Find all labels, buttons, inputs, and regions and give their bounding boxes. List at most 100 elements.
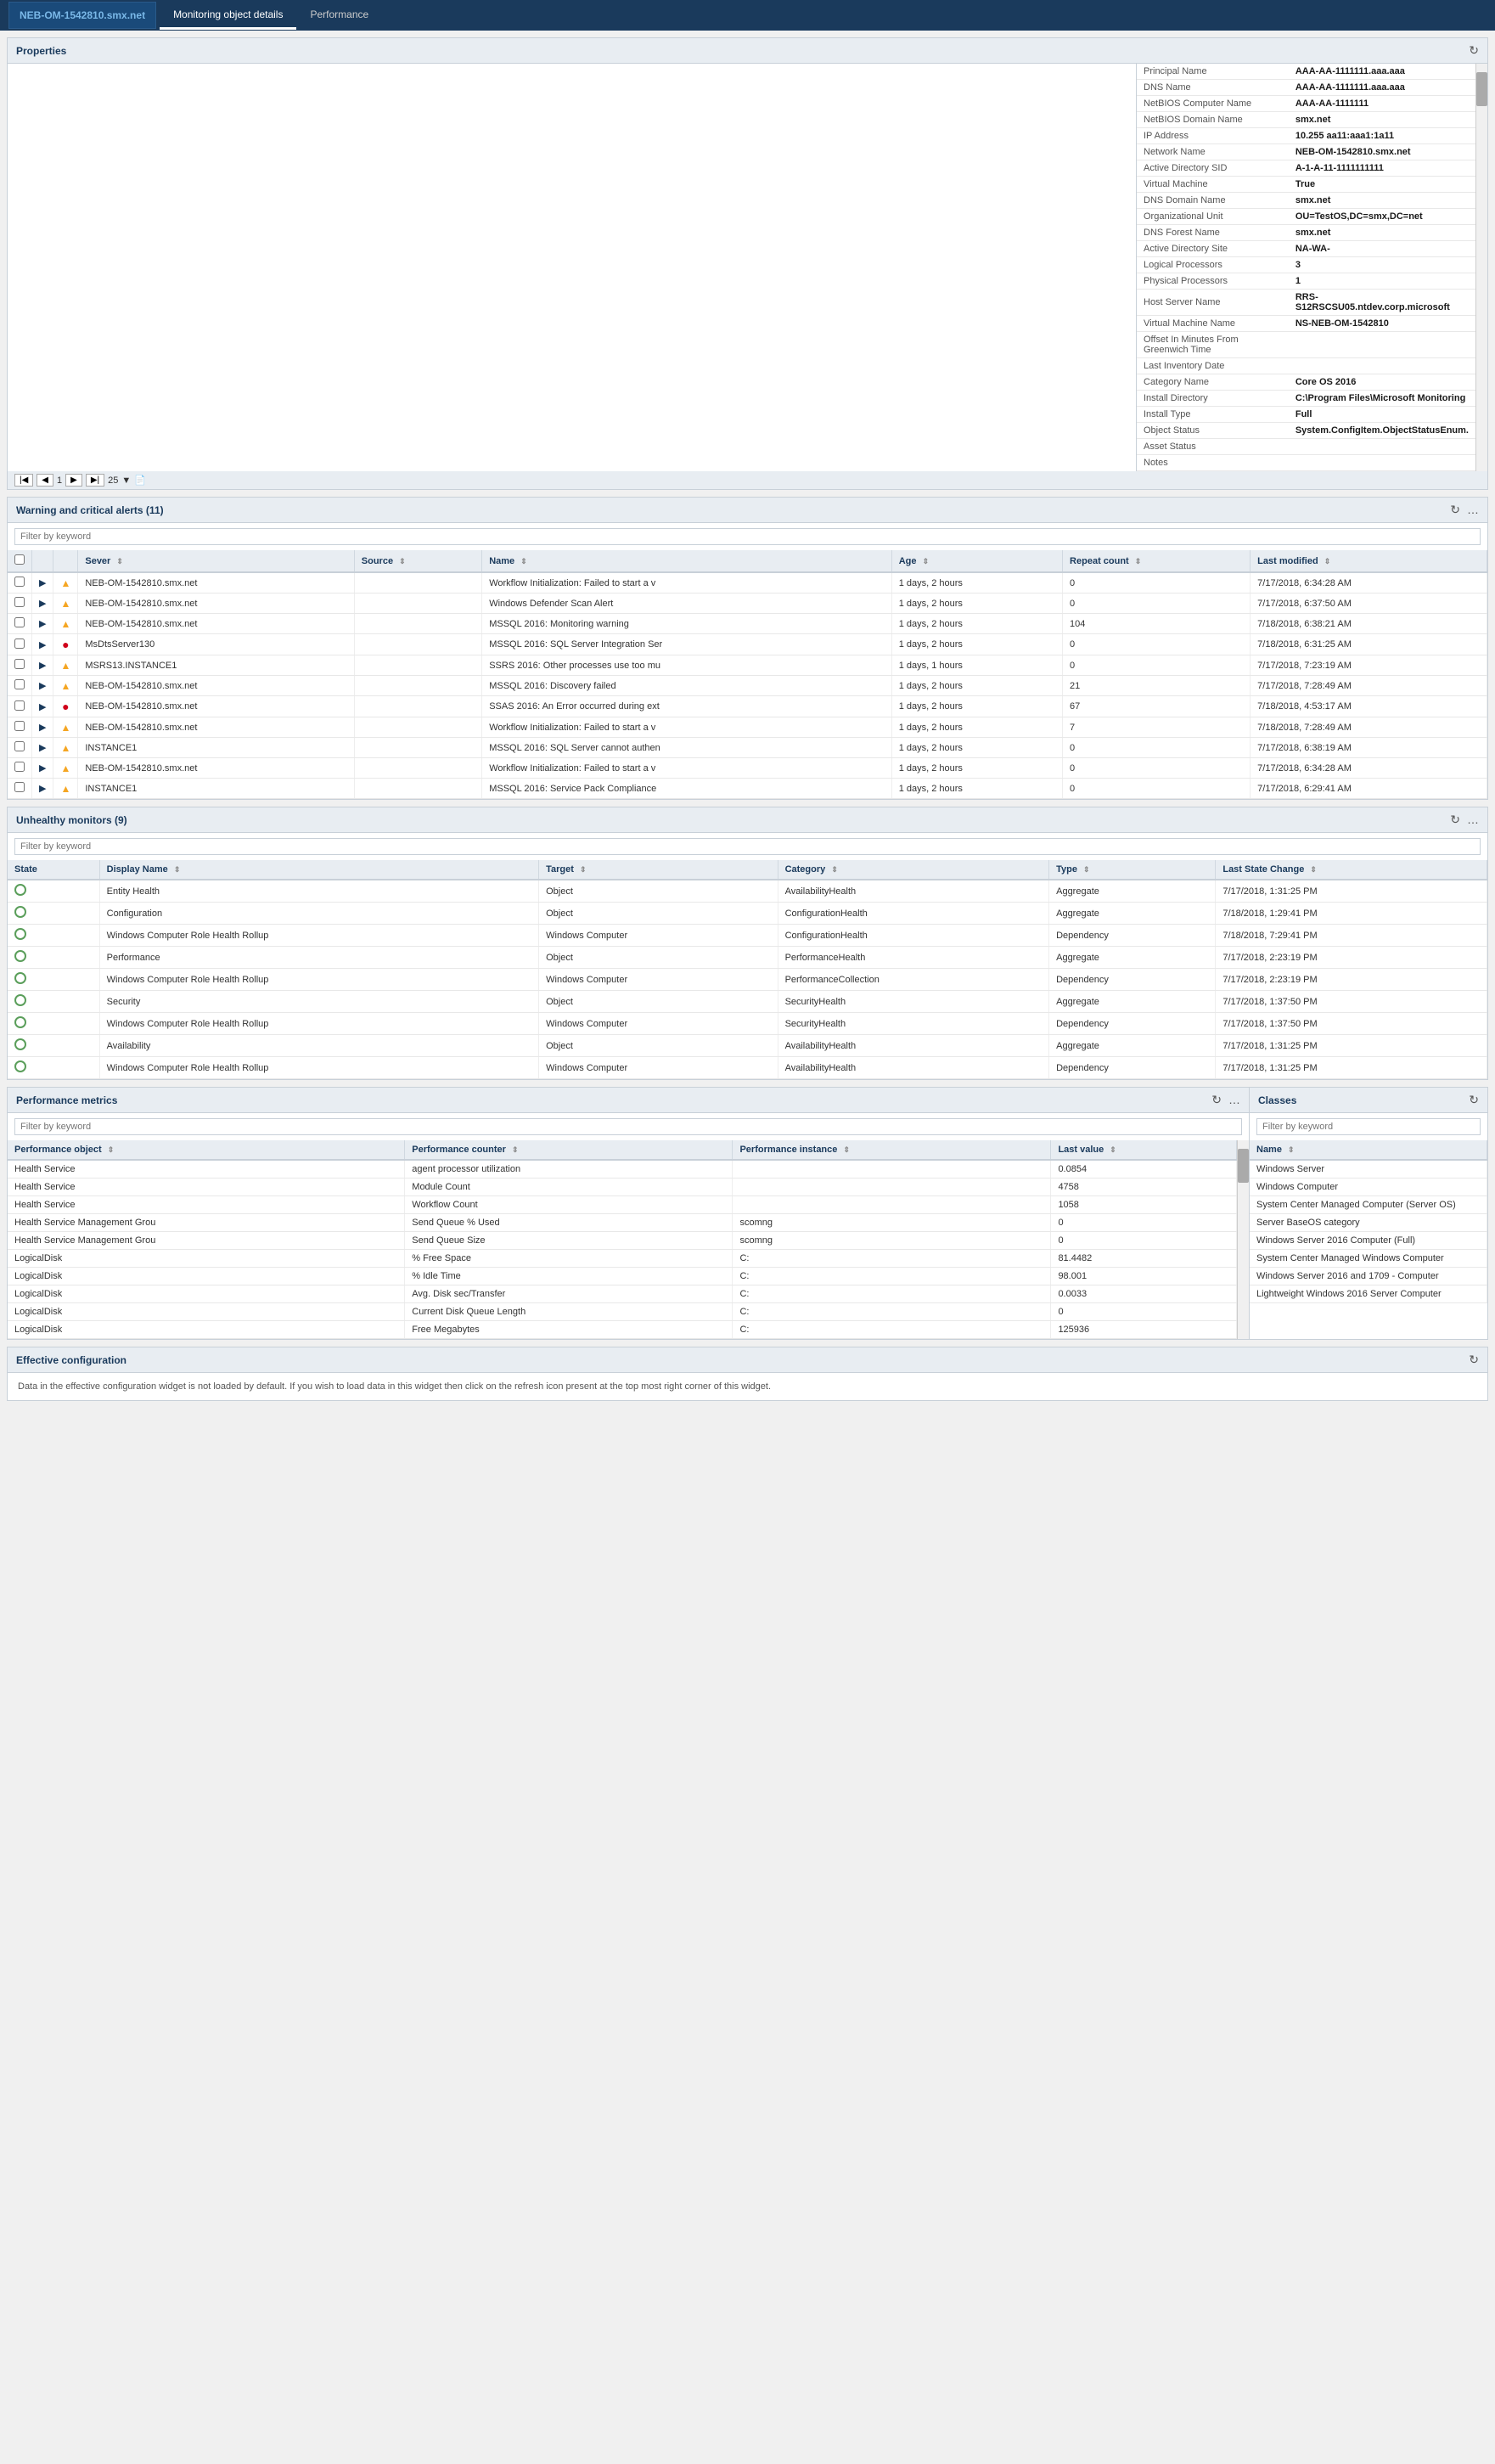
col-perf-obj[interactable]: Performance object ⇕ (8, 1140, 405, 1160)
page-last[interactable]: ▶| (86, 474, 104, 487)
classes-refresh-icon[interactable]: ↻ (1469, 1093, 1479, 1107)
row-checkbox[interactable] (14, 679, 25, 689)
row-checkbox-cell[interactable] (8, 717, 32, 738)
monitors-menu-icon[interactable]: … (1467, 813, 1479, 827)
col-last-change[interactable]: Last State Change ⇕ (1216, 860, 1487, 880)
row-checkbox[interactable] (14, 721, 25, 731)
export-icon[interactable]: 📄 (134, 475, 146, 486)
row-checkbox-cell[interactable] (8, 738, 32, 758)
alert-row[interactable]: ▶ ● MsDtsServer130 MSSQL 2016: SQL Serve… (8, 634, 1487, 655)
perf-scroll-thumb[interactable] (1238, 1149, 1249, 1183)
arrow-icon: ▶ (39, 578, 46, 588)
select-all-checkbox[interactable] (14, 554, 25, 565)
page-prev[interactable]: ◀ (37, 474, 53, 487)
col-server[interactable]: Sever ⇕ (78, 550, 354, 572)
page-dropdown-icon[interactable]: ▼ (121, 475, 131, 486)
classes-filter-input[interactable] (1256, 1118, 1481, 1135)
properties-scrollbar[interactable] (1475, 64, 1487, 471)
alerts-table: Sever ⇕ Source ⇕ Name ⇕ Age ⇕ Repeat cou… (8, 550, 1487, 799)
row-checkbox-cell[interactable] (8, 779, 32, 799)
prop-value: smx.net (1289, 112, 1475, 128)
alert-row[interactable]: ▶ ▲ NEB-OM-1542810.smx.net Workflow Init… (8, 717, 1487, 738)
prop-key: Active Directory Site (1137, 241, 1289, 257)
perf-menu-icon[interactable]: … (1228, 1093, 1240, 1107)
alerts-filter-input[interactable] (14, 528, 1481, 545)
performance-row: LogicalDisk Free Megabytes C: 125936 (8, 1321, 1237, 1339)
row-checkbox-cell[interactable] (8, 758, 32, 779)
tab-monitoring-object-details[interactable]: Monitoring object details (160, 2, 296, 30)
row-perf-instance: scomng (733, 1232, 1051, 1250)
alert-row[interactable]: ▶ ▲ NEB-OM-1542810.smx.net Workflow Init… (8, 572, 1487, 593)
alert-row[interactable]: ▶ ▲ INSTANCE1 MSSQL 2016: SQL Server can… (8, 738, 1487, 758)
col-target[interactable]: Target ⇕ (539, 860, 778, 880)
row-checkbox[interactable] (14, 577, 25, 587)
col-perf-counter[interactable]: Performance counter ⇕ (405, 1140, 733, 1160)
refresh-icon[interactable]: ↻ (1469, 43, 1479, 58)
row-repeat: 0 (1063, 634, 1251, 655)
state-indicator (14, 1016, 26, 1028)
prop-key: Install Directory (1137, 391, 1289, 407)
alert-row[interactable]: ▶ ▲ INSTANCE1 MSSQL 2016: Service Pack C… (8, 779, 1487, 799)
row-checkbox[interactable] (14, 597, 25, 607)
alert-row[interactable]: ▶ ▲ NEB-OM-1542810.smx.net Workflow Init… (8, 758, 1487, 779)
row-checkbox[interactable] (14, 617, 25, 627)
class-row: Windows Computer (1250, 1179, 1487, 1196)
row-source (354, 593, 481, 614)
alerts-menu-icon[interactable]: … (1467, 503, 1479, 517)
row-modified: 7/18/2018, 7:28:49 AM (1251, 717, 1487, 738)
effective-config-refresh-icon[interactable]: ↻ (1469, 1353, 1479, 1367)
row-checkbox[interactable] (14, 782, 25, 792)
prop-key: Principal Name (1137, 64, 1289, 80)
col-perf-instance[interactable]: Performance instance ⇕ (733, 1140, 1051, 1160)
col-display-name[interactable]: Display Name ⇕ (99, 860, 539, 880)
row-checkbox-cell[interactable] (8, 676, 32, 696)
row-checkbox[interactable] (14, 639, 25, 649)
col-repeat[interactable]: Repeat count ⇕ (1063, 550, 1251, 572)
row-checkbox-cell[interactable] (8, 634, 32, 655)
scroll-thumb[interactable] (1476, 72, 1487, 106)
perf-refresh-icon[interactable]: ↻ (1211, 1093, 1222, 1107)
row-checkbox[interactable] (14, 659, 25, 669)
row-checkbox-cell[interactable] (8, 614, 32, 634)
monitor-row: Windows Computer Role Health Rollup Wind… (8, 969, 1487, 991)
monitors-refresh-icon[interactable]: ↻ (1450, 813, 1460, 827)
row-checkbox-cell[interactable] (8, 572, 32, 593)
col-type[interactable]: Type ⇕ (1049, 860, 1216, 880)
prop-value: 3 (1289, 257, 1475, 273)
row-checkbox-cell[interactable] (8, 696, 32, 717)
col-source[interactable]: Source ⇕ (354, 550, 481, 572)
page-first[interactable]: |◀ (14, 474, 33, 487)
col-perf-value[interactable]: Last value ⇕ (1051, 1140, 1237, 1160)
row-checkbox[interactable] (14, 700, 25, 711)
performance-filter-input[interactable] (14, 1118, 1242, 1135)
performance-row: LogicalDisk Current Disk Queue Length C:… (8, 1303, 1237, 1321)
row-category: SecurityHealth (778, 991, 1049, 1013)
logo: NEB-OM-1542810.smx.net (8, 2, 156, 29)
row-target: Object (539, 880, 778, 903)
alert-row[interactable]: ▶ ▲ MSRS13.INSTANCE1 SSRS 2016: Other pr… (8, 655, 1487, 676)
alert-row[interactable]: ▶ ▲ NEB-OM-1542810.smx.net MSSQL 2016: M… (8, 614, 1487, 634)
monitors-filter-input[interactable] (14, 838, 1481, 855)
alert-row[interactable]: ▶ ● NEB-OM-1542810.smx.net SSAS 2016: An… (8, 696, 1487, 717)
alerts-refresh-icon[interactable]: ↻ (1450, 503, 1460, 517)
col-state[interactable]: State (8, 860, 99, 880)
col-name[interactable]: Name ⇕ (482, 550, 892, 572)
col-modified[interactable]: Last modified ⇕ (1251, 550, 1487, 572)
prop-value (1289, 439, 1475, 455)
tab-performance[interactable]: Performance (296, 2, 382, 30)
state-indicator (14, 1038, 26, 1050)
col-class-name[interactable]: Name ⇕ (1250, 1140, 1487, 1160)
col-category[interactable]: Category ⇕ (778, 860, 1049, 880)
page-next[interactable]: ▶ (65, 474, 82, 487)
perf-scrollbar[interactable] (1237, 1140, 1249, 1339)
row-checkbox[interactable] (14, 762, 25, 772)
row-checkbox[interactable] (14, 741, 25, 751)
properties-actions: ↻ (1469, 43, 1479, 58)
alert-row[interactable]: ▶ ▲ NEB-OM-1542810.smx.net Windows Defen… (8, 593, 1487, 614)
alert-row[interactable]: ▶ ▲ NEB-OM-1542810.smx.net MSSQL 2016: D… (8, 676, 1487, 696)
col-age[interactable]: Age ⇕ (891, 550, 1062, 572)
row-checkbox-cell[interactable] (8, 593, 32, 614)
row-source (354, 572, 481, 593)
row-checkbox-cell[interactable] (8, 655, 32, 676)
row-arrow-cell: ▶ (32, 614, 53, 634)
